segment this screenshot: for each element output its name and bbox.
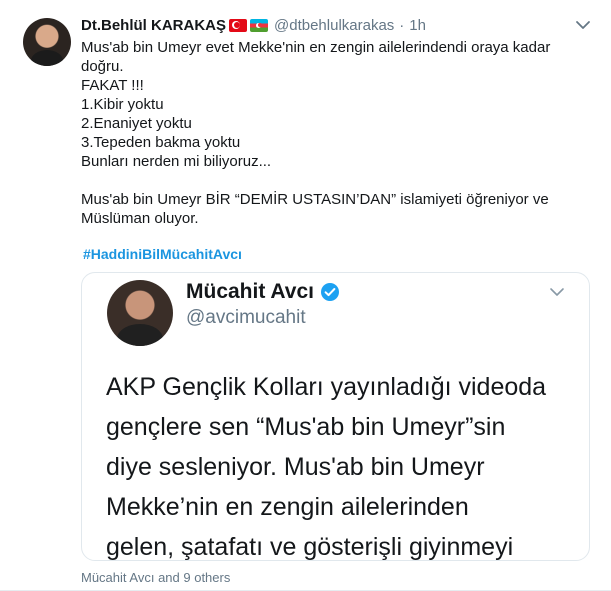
- avatar[interactable]: [23, 18, 71, 66]
- quoted-text-line: Mekke’nin en zengin ailelerinden: [106, 493, 469, 521]
- quoted-text: AKP Gençlik Kolları yayınladığı videoda …: [106, 367, 586, 561]
- separator: ·: [399, 16, 405, 34]
- tweet-text-line: 1.Kibir yoktu: [81, 96, 164, 113]
- quoted-tweet[interactable]: Mücahit Avcı @avcimucahit AKP Gençlik Ko…: [81, 272, 590, 561]
- tweet-text: Mus'ab bin Umeyr evet Mekke'nin en zengi…: [81, 38, 581, 228]
- chevron-down-icon[interactable]: [548, 285, 566, 299]
- quoted-text-line: diye sesleniyor. Mus'ab bin Umeyr: [106, 453, 485, 481]
- chevron-down-icon[interactable]: [574, 18, 592, 32]
- turkey-flag-icon: [229, 18, 247, 32]
- timestamp[interactable]: 1h: [409, 17, 426, 34]
- quoted-display-name[interactable]: Mücahit Avcı: [186, 280, 314, 304]
- quoted-text-line: gelen, şatafatı ve gösterişli giyinmeyi: [106, 533, 514, 561]
- tweet-text-line: Bunları nerden mi biliyoruz...: [81, 153, 272, 170]
- tweet-text-line: Mus'ab bin Umeyr BİR “DEMİR USTASIN’DAN”…: [81, 191, 549, 208]
- liked-by-text[interactable]: Mücahit Avcı and 9 others: [81, 570, 230, 585]
- quoted-text-line: AKP Gençlik Kolları yayınladığı videoda: [106, 373, 547, 401]
- azerbaijan-flag-icon: [250, 18, 268, 32]
- tweet-text-line: 3.Tepeden bakma yoktu: [81, 134, 241, 151]
- tweet-text-line: Mus'ab bin Umeyr evet Mekke'nin en zengi…: [81, 39, 551, 56]
- quoted-avatar[interactable]: [107, 280, 173, 346]
- tweet-text-line: 2.Enaniyet yoktu: [81, 115, 192, 132]
- tweet-text-line: doğru.: [81, 58, 124, 75]
- tweet: Dt.Behlül KARAKAŞ @dtbehlulkarakas · 1h …: [0, 0, 611, 591]
- tweet-header: Dt.Behlül KARAKAŞ @dtbehlulkarakas · 1h: [81, 15, 426, 35]
- user-handle[interactable]: @dtbehlulkarakas: [274, 17, 394, 34]
- quoted-handle[interactable]: @avcimucahit: [186, 307, 306, 329]
- tweet-text-line: Müslüman oluyor.: [81, 210, 199, 227]
- verified-badge-icon: [320, 283, 339, 301]
- hashtag-link[interactable]: #HaddiniBilMücahitAvcı: [83, 246, 242, 262]
- quoted-name-row: Mücahit Avcı: [186, 280, 340, 304]
- display-name[interactable]: Dt.Behlül KARAKAŞ: [81, 17, 226, 34]
- quoted-text-line: gençlere sen “Mus'ab bin Umeyr”sin: [106, 413, 506, 441]
- tweet-text-line: FAKAT !!!: [81, 77, 144, 94]
